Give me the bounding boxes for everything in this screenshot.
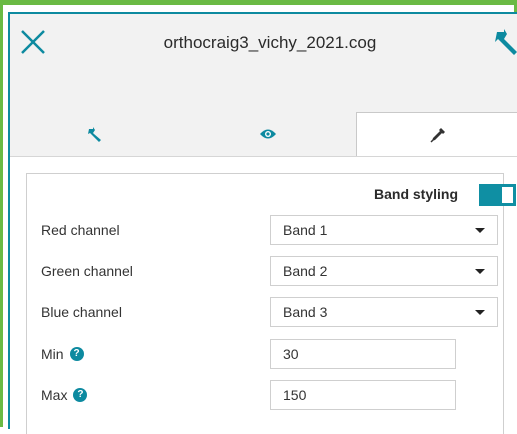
min-input[interactable] xyxy=(270,339,456,369)
panel-header: orthocraig3_vichy_2021.cog xyxy=(10,14,517,112)
band-styling-toggle[interactable] xyxy=(479,184,516,206)
panel-tabs xyxy=(10,112,517,156)
tab-tools[interactable] xyxy=(10,112,180,156)
blue-channel-select[interactable]: Band 3 xyxy=(270,297,498,327)
blue-channel-value: Band 3 xyxy=(283,304,328,320)
min-row-label: Min ? xyxy=(41,346,84,362)
tab-styling[interactable] xyxy=(356,112,517,156)
tab-visibility[interactable] xyxy=(180,112,356,156)
chevron-down-icon xyxy=(475,269,485,274)
chevron-down-icon xyxy=(475,228,485,233)
outer-frame-top xyxy=(0,0,517,5)
min-label: Min xyxy=(41,346,64,362)
layer-settings-panel: orthocraig3_vichy_2021.cog Band styling … xyxy=(8,12,517,434)
max-input[interactable] xyxy=(270,380,456,410)
toggle-knob xyxy=(502,187,513,203)
outer-frame-left xyxy=(0,0,3,427)
band-styling-label: Band styling xyxy=(374,186,459,202)
wrench-icon xyxy=(495,29,517,55)
red-channel-select[interactable]: Band 1 xyxy=(270,215,498,245)
layer-title: orthocraig3_vichy_2021.cog xyxy=(163,33,377,52)
blue-channel-label: Blue channel xyxy=(41,304,122,320)
green-channel-label: Green channel xyxy=(41,263,133,279)
green-channel-value: Band 2 xyxy=(283,263,328,279)
styling-content: Band styling Red channel Band 1 Green ch… xyxy=(10,156,517,434)
wrench-icon xyxy=(88,127,101,142)
eyedropper-icon xyxy=(430,127,445,143)
max-label: Max xyxy=(41,387,68,403)
help-icon[interactable]: ? xyxy=(73,388,88,402)
close-button[interactable] xyxy=(18,27,48,57)
help-icon[interactable]: ? xyxy=(69,347,84,361)
green-channel-select[interactable]: Band 2 xyxy=(270,256,498,286)
band-styling-card: Band styling Red channel Band 1 Green ch… xyxy=(26,173,516,434)
red-channel-label: Red channel xyxy=(41,222,120,238)
close-icon xyxy=(21,30,45,54)
layer-tools-button[interactable] xyxy=(493,26,517,56)
chevron-down-icon xyxy=(475,310,485,315)
red-channel-value: Band 1 xyxy=(283,222,328,238)
max-row-label: Max ? xyxy=(41,387,88,403)
eye-icon xyxy=(260,129,276,139)
